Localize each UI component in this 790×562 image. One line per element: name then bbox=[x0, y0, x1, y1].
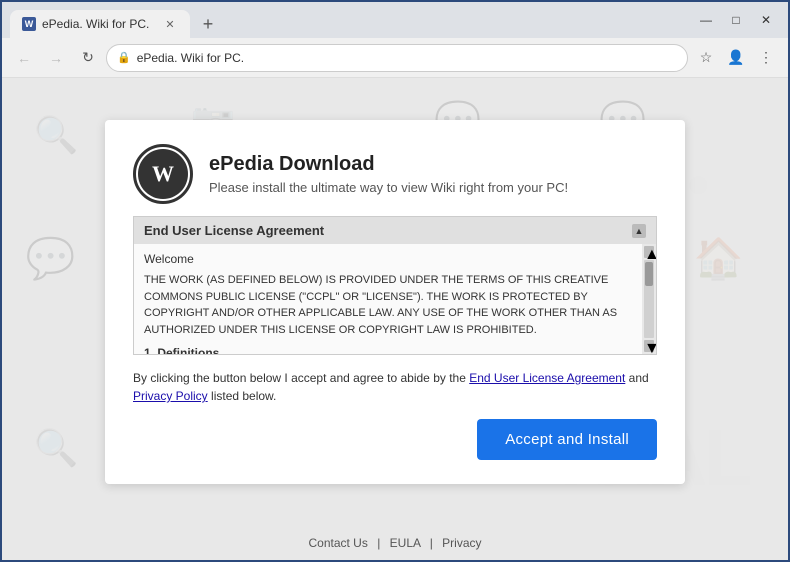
close-button[interactable]: ✕ bbox=[752, 6, 780, 34]
browser-window: W ePedia. Wiki for PC. ✕ + — □ ✕ ← → ↻ 🔒… bbox=[0, 0, 790, 562]
card-header: W ePedia Download Please install the ult… bbox=[133, 144, 657, 204]
contact-us-link[interactable]: Contact Us bbox=[308, 536, 367, 550]
lock-icon: 🔒 bbox=[117, 51, 131, 64]
install-button[interactable]: Accept and Install bbox=[477, 419, 657, 460]
address-text: ePedia. Wiki for PC. bbox=[137, 51, 244, 65]
eula-section-1-title: 1. Definitions bbox=[144, 346, 646, 354]
card-subtitle: Please install the ultimate way to view … bbox=[209, 180, 568, 195]
agreement-text: By clicking the button below I accept an… bbox=[133, 369, 657, 405]
reload-button[interactable]: ↻ bbox=[74, 44, 102, 72]
profile-button[interactable]: 👤 bbox=[722, 44, 750, 72]
page-content: 🔍 🔍 📷 💬 💬 💬 🏠 🖼 🖼 🏠 ● ICIAL W ePedia Dow… bbox=[2, 78, 788, 526]
eula-scroll-indicator: ▲ bbox=[632, 224, 646, 238]
forward-button[interactable]: → bbox=[42, 44, 70, 72]
active-tab[interactable]: W ePedia. Wiki for PC. ✕ bbox=[10, 10, 190, 38]
card-footer: Accept and Install bbox=[133, 419, 657, 460]
tab-title: ePedia. Wiki for PC. bbox=[42, 17, 149, 31]
minimize-button[interactable]: — bbox=[692, 6, 720, 34]
eula-body[interactable]: Welcome THE WORK (AS DEFINED BELOW) IS P… bbox=[134, 244, 656, 354]
wp-logo: W bbox=[133, 144, 193, 204]
card-title: ePedia Download bbox=[209, 153, 568, 176]
eula-title: End User License Agreement bbox=[144, 223, 324, 238]
eula-link[interactable]: End User License Agreement bbox=[469, 371, 625, 385]
tab-bar: W ePedia. Wiki for PC. ✕ + bbox=[10, 2, 222, 38]
agreement-text-after: listed below. bbox=[208, 389, 277, 403]
agreement-text-before: By clicking the button below I accept an… bbox=[133, 371, 469, 385]
privacy-footer-link[interactable]: Privacy bbox=[442, 536, 481, 550]
separator-1: | bbox=[377, 536, 380, 550]
menu-button[interactable]: ⋮ bbox=[752, 44, 780, 72]
eula-container: End User License Agreement ▲ Welcome THE… bbox=[133, 216, 657, 355]
new-tab-button[interactable]: + bbox=[194, 10, 222, 38]
page-footer: Contact Us | EULA | Privacy bbox=[2, 526, 788, 560]
window-controls: — □ ✕ bbox=[692, 6, 780, 34]
header-text: ePedia Download Please install the ultim… bbox=[209, 153, 568, 195]
wp-logo-inner: W bbox=[138, 149, 188, 199]
title-bar: W ePedia. Wiki for PC. ✕ + — □ ✕ bbox=[2, 2, 788, 38]
address-bar[interactable]: 🔒 ePedia. Wiki for PC. bbox=[106, 44, 688, 72]
privacy-link[interactable]: Privacy Policy bbox=[133, 389, 208, 403]
tab-favicon: W bbox=[22, 17, 36, 31]
nav-actions: ☆ 👤 ⋮ bbox=[692, 44, 780, 72]
agreement-text-middle: and bbox=[625, 371, 648, 385]
main-card: W ePedia Download Please install the ult… bbox=[105, 120, 685, 484]
nav-bar: ← → ↻ 🔒 ePedia. Wiki for PC. ☆ 👤 ⋮ bbox=[2, 38, 788, 78]
back-button[interactable]: ← bbox=[10, 44, 38, 72]
eula-body-text: THE WORK (AS DEFINED BELOW) IS PROVIDED … bbox=[144, 272, 646, 338]
tab-close-button[interactable]: ✕ bbox=[162, 16, 178, 32]
maximize-button[interactable]: □ bbox=[722, 6, 750, 34]
eula-welcome: Welcome bbox=[144, 252, 646, 266]
eula-footer-link[interactable]: EULA bbox=[390, 536, 421, 550]
bookmark-button[interactable]: ☆ bbox=[692, 44, 720, 72]
separator-2: | bbox=[430, 536, 433, 550]
eula-title-bar: End User License Agreement ▲ bbox=[134, 217, 656, 244]
